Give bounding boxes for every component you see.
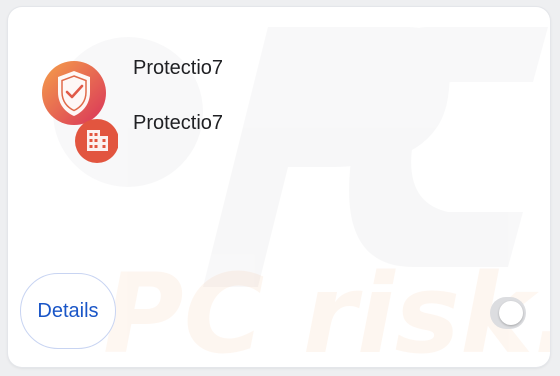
watermark-text: PC risk.com xyxy=(103,250,550,367)
extension-card: PC risk.com xyxy=(8,7,550,367)
details-button[interactable]: Details xyxy=(20,273,116,349)
toggle-knob xyxy=(499,301,523,325)
enable-toggle[interactable] xyxy=(490,297,526,329)
extension-icon xyxy=(42,59,119,171)
extension-name: Protectio7 xyxy=(133,57,224,79)
extension-description: Protectio7 xyxy=(133,112,224,134)
